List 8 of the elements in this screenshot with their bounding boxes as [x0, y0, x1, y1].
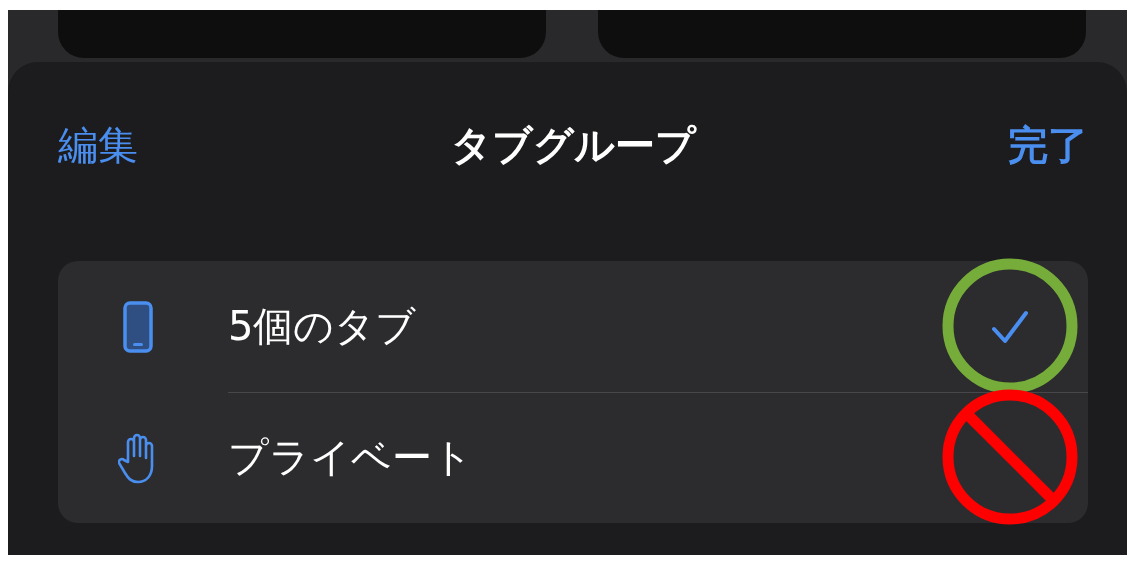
tab-group-item[interactable]: プライベート [228, 430, 940, 485]
tab-thumbnail[interactable] [58, 10, 546, 58]
done-button[interactable]: 完了 [1008, 117, 1088, 173]
sheet-title: タブグループ [450, 120, 696, 170]
phone-icon [123, 300, 153, 353]
tab-thumbnail[interactable] [598, 10, 1086, 58]
tab-group-item[interactable]: 5個のタブ [228, 299, 940, 354]
edit-button[interactable]: 編集 [58, 117, 138, 173]
